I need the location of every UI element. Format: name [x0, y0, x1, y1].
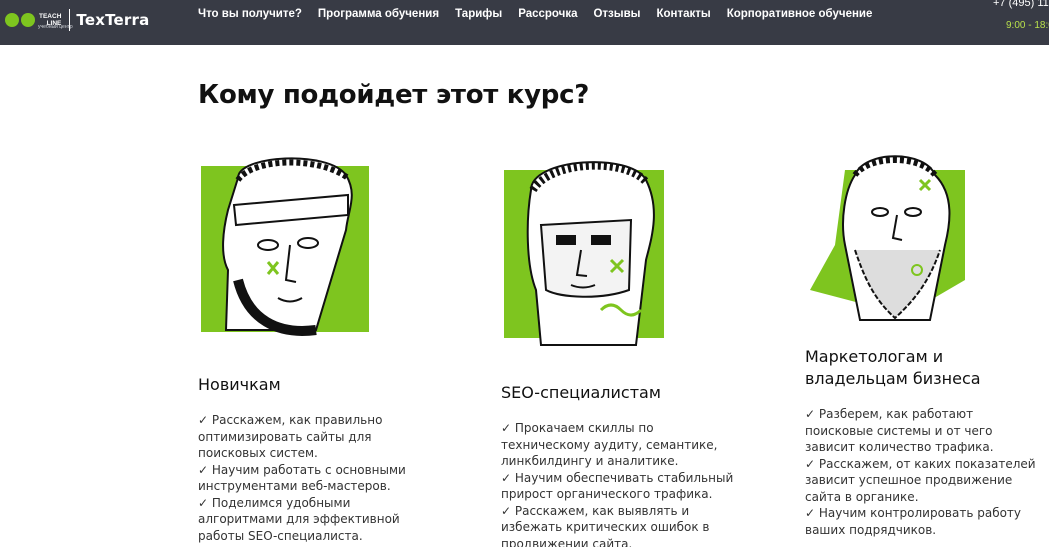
nav-item-pricing[interactable]: Тарифы	[455, 8, 502, 20]
card-bullets: ✓ Разберем, как работают поисковые систе…	[805, 406, 1040, 538]
nav-item-contacts[interactable]: Контакты	[657, 8, 711, 20]
nav-item-installment[interactable]: Рассрочка	[518, 8, 577, 20]
logo-dots-icon	[5, 13, 35, 27]
nav-item-program[interactable]: Программа обучения	[318, 8, 439, 20]
logo-teach-text: TEACH	[39, 13, 62, 20]
bullet-item: ✓ Научим работать с основными инструмент…	[198, 462, 406, 494]
statue-illustration-icon	[810, 155, 965, 321]
page-title: Кому подойдет этот курс?	[198, 80, 589, 110]
bullet-item: ✓ Разберем, как работают поисковые систе…	[805, 407, 994, 454]
statue-illustration-icon	[201, 157, 369, 336]
bullet-item: ✓ Расскажем, как правильно оптимизироват…	[198, 413, 383, 460]
card-title: Новичкам	[198, 375, 281, 394]
logo-subtitle: учебный центр	[38, 24, 73, 30]
nav-item-benefits[interactable]: Что вы получите?	[198, 8, 302, 20]
bullet-item: ✓ Научим обеспечивать стабильный прирост…	[501, 470, 734, 502]
main-nav: Что вы получите? Программа обучения Тари…	[198, 8, 872, 20]
bullet-item: ✓ Расскажем, как выявлять и избежать кри…	[501, 503, 710, 547]
bullet-item: ✓ Научим контролировать работу ваших под…	[805, 506, 1022, 537]
nav-item-reviews[interactable]: Отзывы	[593, 8, 640, 20]
card-bullets: ✓ Прокачаем скиллы по техническому аудит…	[501, 420, 736, 547]
bullet-item: ✓ Расскажем, от каких показателей зависи…	[805, 456, 1036, 504]
logo[interactable]: TEACH LINE TexTerra	[5, 2, 149, 38]
statue-illustration-icon	[504, 161, 664, 346]
bullet-item: ✓ Поделимся удобными алгоритмами для эфф…	[198, 495, 400, 543]
brand-name: TexTerra	[76, 11, 150, 29]
top-header: TEACH LINE TexTerra учебный центр Что вы…	[0, 0, 1049, 45]
card-title: Маркетологам и владельцам бизнеса	[805, 347, 981, 388]
bullet-item: ✓ Прокачаем скиллы по техническому аудит…	[501, 421, 718, 468]
card-title: SEO-специалистам	[501, 383, 661, 402]
card-bullets: ✓ Расскажем, как правильно оптимизироват…	[198, 412, 433, 544]
work-hours: 9:00 - 18:0	[1006, 20, 1049, 31]
nav-item-corporate[interactable]: Корпоративное обучение	[727, 8, 873, 20]
phone-number[interactable]: +7 (495) 118	[993, 0, 1049, 9]
